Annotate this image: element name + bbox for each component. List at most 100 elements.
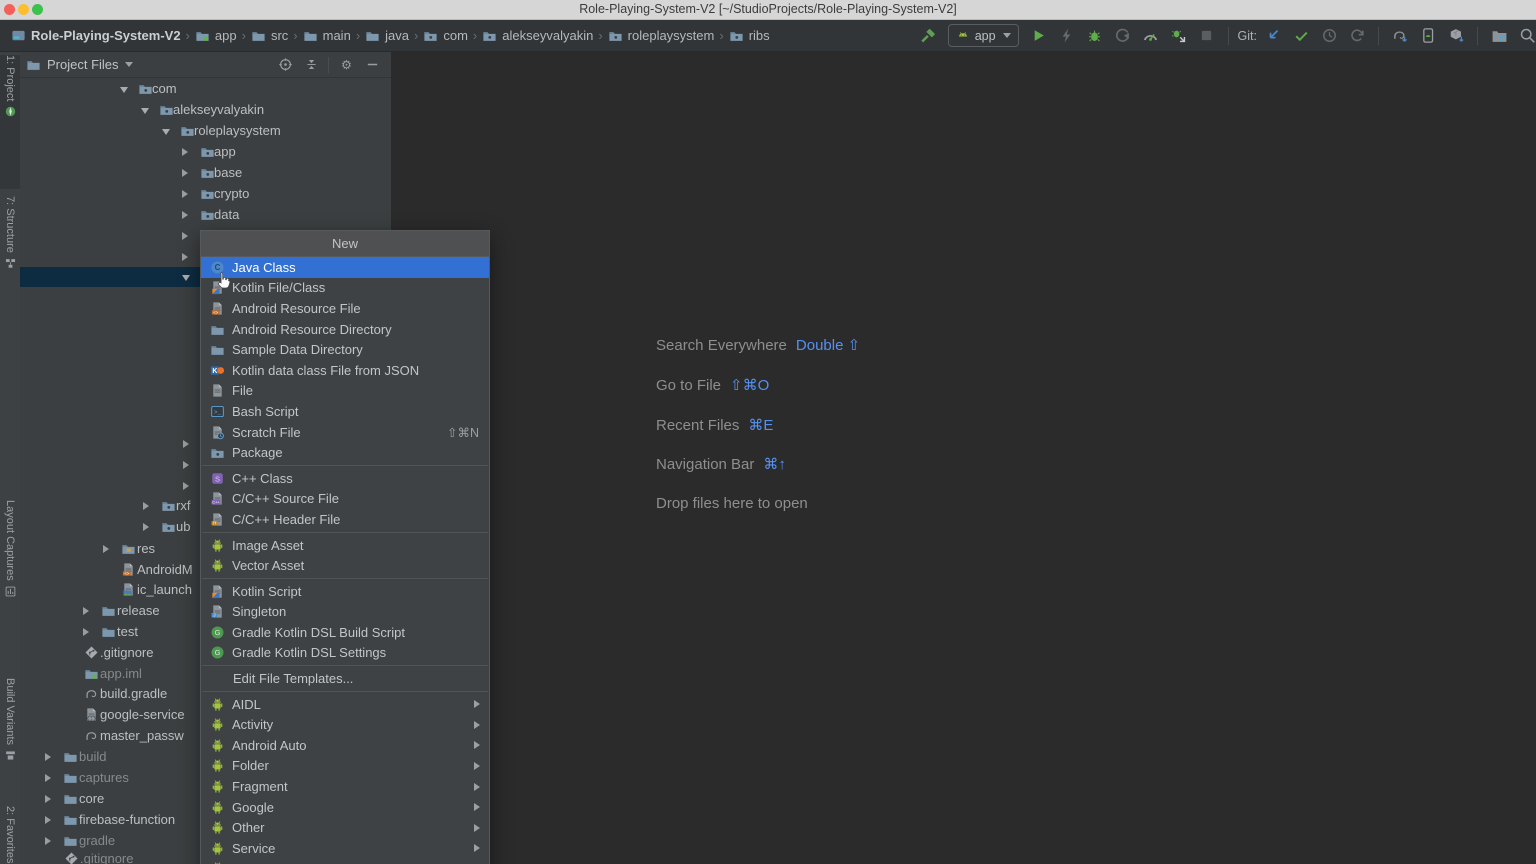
menu-item-kotlin-script[interactable]: Kotlin Script xyxy=(201,581,489,602)
git-history-button[interactable] xyxy=(1319,26,1339,46)
lightning-button[interactable] xyxy=(1057,26,1077,46)
menu-item-c-class[interactable]: S C++ Class xyxy=(201,468,489,489)
expand-arrow-icon[interactable] xyxy=(182,169,188,177)
menu-item-google[interactable]: Google xyxy=(201,797,489,818)
breadcrumb-item-src[interactable]: src xyxy=(248,28,291,43)
menu-item-android-auto[interactable]: Android Auto xyxy=(201,735,489,756)
expand-arrow-icon[interactable] xyxy=(45,816,51,824)
tool-window-tab-layout-captures[interactable]: Layout Captures xyxy=(0,500,20,668)
tree-row-base[interactable]: base xyxy=(20,163,391,183)
tool-window-tab-build-variants[interactable]: Build Variants xyxy=(0,678,20,806)
breadcrumb-item-ribs[interactable]: ribs xyxy=(726,28,773,43)
menu-item-singleton[interactable]: J Singleton xyxy=(201,602,489,623)
menu-item-c-c-header-file[interactable]: H C/C++ Header File xyxy=(201,509,489,530)
menu-item-gradle-kotlin-dsl-build-script[interactable]: G Gradle Kotlin DSL Build Script xyxy=(201,622,489,643)
settings-button[interactable]: ⚙ xyxy=(337,56,355,74)
tree-row-crypto[interactable]: crypto xyxy=(20,184,391,204)
locate-button[interactable] xyxy=(276,56,294,74)
menu-item-android-resource-file[interactable]: <> Android Resource File xyxy=(201,298,489,319)
expand-arrow-icon[interactable] xyxy=(83,607,89,615)
expand-arrow-icon[interactable] xyxy=(182,190,188,198)
menu-item-package[interactable]: Package xyxy=(201,442,489,463)
menu-item-label: File xyxy=(232,383,253,399)
run-configuration-select[interactable]: app xyxy=(947,24,1019,47)
tool-window-tab-2-favorites[interactable]: 2: Favorites xyxy=(0,806,20,864)
git-update-button[interactable] xyxy=(1263,26,1283,46)
run-button[interactable] xyxy=(1029,26,1049,46)
project-structure-button[interactable] xyxy=(1489,26,1509,46)
menu-item-vector-asset[interactable]: Vector Asset xyxy=(201,555,489,576)
menu-item-android-resource-directory[interactable]: Android Resource Directory xyxy=(201,319,489,340)
menu-item-scratch-file[interactable]: Scratch File ⇧⌘N xyxy=(201,422,489,443)
tool-window-tab-label: Layout Captures xyxy=(4,500,16,581)
menu-item-kotlin-data-class-file-from-json[interactable]: K Kotlin data class File from JSON xyxy=(201,360,489,381)
menu-item-other[interactable]: Other xyxy=(201,817,489,838)
sdk-manager-button[interactable] xyxy=(1418,26,1438,46)
menu-item-bash-script[interactable]: >_ Bash Script xyxy=(201,401,489,422)
chevron-down-icon[interactable] xyxy=(124,62,133,67)
git-commit-button[interactable] xyxy=(1291,26,1311,46)
search-button[interactable] xyxy=(1517,26,1536,46)
breadcrumb-item-com[interactable]: com xyxy=(420,28,471,43)
menu-item-java-class[interactable]: C Java Class xyxy=(201,257,489,278)
breadcrumb-item-app[interactable]: app xyxy=(192,28,240,43)
menu-item-activity[interactable]: Activity xyxy=(201,714,489,735)
collapse-arrow-icon[interactable] xyxy=(120,87,128,93)
menu-item-kotlin-file-class[interactable]: Kotlin File/Class xyxy=(201,278,489,299)
breadcrumb-item-alekseyvalyakin[interactable]: alekseyvalyakin xyxy=(479,28,596,43)
avd-manager-button[interactable] xyxy=(1446,26,1466,46)
collapse-arrow-icon[interactable] xyxy=(182,275,190,281)
tree-row-roleplaysystem[interactable]: roleplaysystem xyxy=(20,121,391,141)
expand-arrow-icon[interactable] xyxy=(182,148,188,156)
stop-button[interactable] xyxy=(1197,26,1217,46)
expand-arrow-icon[interactable] xyxy=(182,211,188,219)
tree-row-app[interactable]: app xyxy=(20,142,391,162)
breadcrumb-item-main[interactable]: main xyxy=(300,28,354,43)
menu-item-aidl[interactable]: AIDL xyxy=(201,694,489,715)
collapse-arrow-icon[interactable] xyxy=(162,129,170,135)
expand-arrow-icon[interactable] xyxy=(143,523,149,531)
expand-arrow-icon[interactable] xyxy=(103,545,109,553)
menu-item-sample-data-directory[interactable]: Sample Data Directory xyxy=(201,339,489,360)
menu-item-file[interactable]: File xyxy=(201,381,489,402)
breadcrumb-item-java[interactable]: java xyxy=(362,28,412,43)
menu-item-folder[interactable]: Folder xyxy=(201,756,489,777)
expand-arrow-icon[interactable] xyxy=(45,753,51,761)
expand-arrow-icon[interactable] xyxy=(45,837,51,845)
expand-arrow-icon[interactable] xyxy=(183,482,189,490)
menu-item-image-asset[interactable]: Image Asset xyxy=(201,535,489,556)
expand-arrow-icon[interactable] xyxy=(182,253,188,261)
expand-arrow-icon[interactable] xyxy=(45,795,51,803)
project-view-selector[interactable]: Project Files xyxy=(47,57,119,72)
expand-arrow-icon[interactable] xyxy=(143,502,149,510)
expand-arrow-icon[interactable] xyxy=(83,628,89,636)
gradle-sync-button[interactable] xyxy=(1390,26,1410,46)
hide-button[interactable] xyxy=(363,56,381,74)
expand-arrow-icon[interactable] xyxy=(183,461,189,469)
tree-row-alekseyvalyakin[interactable]: alekseyvalyakin xyxy=(20,100,391,120)
menu-item-c-c-source-file[interactable]: C++ C/C++ Source File xyxy=(201,489,489,510)
debug-button[interactable] xyxy=(1085,26,1105,46)
collapse-arrow-icon[interactable] xyxy=(141,108,149,114)
tree-row-com[interactable]: com xyxy=(20,79,391,99)
tool-window-tab-1-project[interactable]: 1: Project xyxy=(0,55,20,189)
menu-item-service[interactable]: Service xyxy=(201,838,489,859)
hammer-button[interactable] xyxy=(918,26,938,46)
menu-item-gradle-kotlin-dsl-settings[interactable]: G Gradle Kotlin DSL Settings xyxy=(201,643,489,664)
tool-window-tab-7-structure[interactable]: 7: Structure xyxy=(0,196,20,308)
menu-item-ui-component[interactable]: UI Component xyxy=(201,859,489,864)
breadcrumb-item-roleplaysystem[interactable]: roleplaysystem xyxy=(605,28,718,43)
profiler-button[interactable] xyxy=(1141,26,1161,46)
menu-item-fragment[interactable]: Fragment xyxy=(201,776,489,797)
git-revert-button[interactable] xyxy=(1347,26,1367,46)
expand-arrow-icon[interactable] xyxy=(45,774,51,782)
collapse-all-button[interactable] xyxy=(302,56,320,74)
menu-item-edit-file-templates-[interactable]: Edit File Templates... xyxy=(201,668,489,689)
tree-row-data[interactable]: data xyxy=(20,205,391,225)
new-context-menu: New C Java Class Kotlin File/Class <> Androi… xyxy=(200,230,490,864)
breadcrumb-item-Role-Playing-System-V2[interactable]: Role-Playing-System-V2 xyxy=(8,28,184,43)
expand-arrow-icon[interactable] xyxy=(183,440,189,448)
expand-arrow-icon[interactable] xyxy=(182,232,188,240)
attach-button[interactable] xyxy=(1169,26,1189,46)
coverage-button[interactable] xyxy=(1113,26,1133,46)
